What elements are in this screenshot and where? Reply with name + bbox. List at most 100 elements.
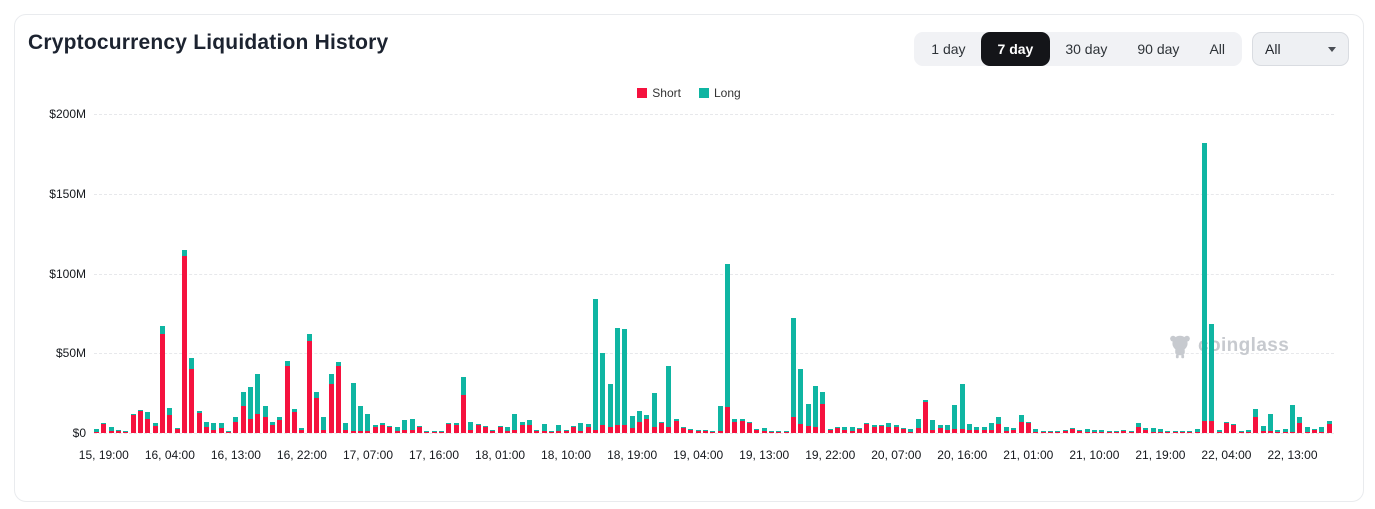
bar-long-segment: [732, 419, 737, 422]
bar-long-segment: [380, 423, 385, 425]
bar-long-segment: [622, 329, 627, 425]
bar-short-segment: [989, 430, 994, 433]
bar-long-segment: [1283, 429, 1288, 433]
bar-short-segment: [343, 430, 348, 433]
bar-long-segment: [1187, 431, 1192, 432]
x-tick-label: 16, 22:00: [277, 448, 327, 462]
bar-long-segment: [1297, 417, 1302, 423]
bar-short-segment: [1011, 430, 1016, 433]
bar-short-segment: [410, 430, 415, 433]
bar-short-segment: [153, 426, 158, 433]
y-tick-label: $150M: [15, 187, 86, 201]
bar-long-segment: [586, 424, 591, 426]
bar-short-segment: [1327, 424, 1332, 433]
bar-short-segment: [189, 369, 194, 433]
bar-long-segment: [798, 369, 803, 424]
bar-short-segment: [1231, 425, 1236, 433]
bar-short-segment: [1063, 431, 1068, 433]
bar-short-segment: [571, 427, 576, 433]
bar-short-segment: [1239, 432, 1244, 433]
bar-long-segment: [857, 428, 862, 429]
bar-long-segment: [1092, 430, 1097, 432]
bar-long-segment: [1246, 430, 1251, 433]
bar-long-segment: [1319, 427, 1324, 432]
bar-short-segment: [1077, 431, 1082, 433]
bar-short-segment: [520, 425, 525, 433]
bar-short-segment: [1151, 432, 1156, 433]
bar-short-segment: [1026, 423, 1031, 433]
bar-short-segment: [960, 429, 965, 433]
bar-short-segment: [241, 406, 246, 433]
bar-long-segment: [1224, 422, 1229, 424]
bar-short-segment: [432, 432, 437, 433]
bar-short-segment: [938, 428, 943, 433]
bar-short-segment: [505, 431, 510, 433]
bar-short-segment: [534, 431, 539, 433]
bar-short-segment: [556, 431, 561, 433]
bar-long-segment: [285, 361, 290, 366]
bar-short-segment: [1004, 431, 1009, 433]
bar-short-segment: [351, 431, 356, 433]
bar-long-segment: [182, 250, 187, 256]
bar-short-segment: [747, 423, 752, 433]
bar-short-segment: [600, 425, 605, 433]
bar-long-segment: [908, 429, 913, 432]
bar-short-segment: [182, 256, 187, 433]
bar-long-segment: [930, 420, 935, 430]
x-tick-label: 15, 19:00: [79, 448, 129, 462]
x-tick-label: 20, 16:00: [937, 448, 987, 462]
bar-long-segment: [593, 299, 598, 430]
bar-short-segment: [564, 431, 569, 433]
x-tick-label: 20, 07:00: [871, 448, 921, 462]
bar-long-segment: [255, 374, 260, 414]
bar-long-segment: [1165, 431, 1170, 432]
bar-long-segment: [1261, 426, 1266, 432]
x-tick-label: 16, 13:00: [211, 448, 261, 462]
bar-long-segment: [336, 362, 341, 366]
bar-long-segment: [1099, 430, 1104, 432]
bar-long-segment: [476, 424, 481, 425]
bar-long-segment: [1041, 431, 1046, 432]
bar-long-segment: [982, 427, 987, 429]
bar-short-segment: [769, 432, 774, 433]
bar-short-segment: [1041, 432, 1046, 433]
bar-short-segment: [1275, 432, 1280, 433]
bar-short-segment: [1019, 422, 1024, 433]
bar-short-segment: [593, 430, 598, 433]
bar-short-segment: [527, 425, 532, 433]
bar-short-segment: [248, 419, 253, 433]
bar-long-segment: [842, 427, 847, 430]
bar-short-segment: [1297, 423, 1302, 433]
bar-long-segment: [556, 425, 561, 431]
bar-long-segment: [1173, 431, 1178, 432]
x-tick-label: 19, 04:00: [673, 448, 723, 462]
bars-plot-area[interactable]: [94, 114, 1334, 433]
bar-short-segment: [387, 427, 392, 433]
bar-long-segment: [894, 425, 899, 427]
bar-short-segment: [123, 431, 128, 433]
bar-short-segment: [637, 422, 642, 433]
bar-long-segment: [754, 429, 759, 430]
bar-short-segment: [1173, 432, 1178, 433]
bar-long-segment: [1011, 428, 1016, 430]
bar-short-segment: [850, 431, 855, 433]
bar-long-segment: [938, 425, 943, 428]
bar-long-segment: [270, 422, 275, 425]
bar-short-segment: [703, 431, 708, 433]
bar-short-segment: [1033, 432, 1038, 433]
bar-long-segment: [901, 428, 906, 429]
bar-long-segment: [263, 406, 268, 417]
bar-short-segment: [666, 427, 671, 433]
bar-short-segment: [1070, 429, 1075, 433]
bar-short-segment: [131, 415, 136, 433]
bar-short-segment: [175, 429, 180, 433]
bar-short-segment: [608, 427, 613, 433]
bar-short-segment: [762, 431, 767, 433]
bar-long-segment: [468, 422, 473, 430]
gridline-$0: [94, 433, 1334, 434]
bar-short-segment: [1261, 431, 1266, 433]
bar-long-segment: [343, 423, 348, 429]
bar-short-segment: [923, 402, 928, 433]
bar-long-segment: [659, 422, 664, 424]
bar-long-segment: [806, 404, 811, 426]
